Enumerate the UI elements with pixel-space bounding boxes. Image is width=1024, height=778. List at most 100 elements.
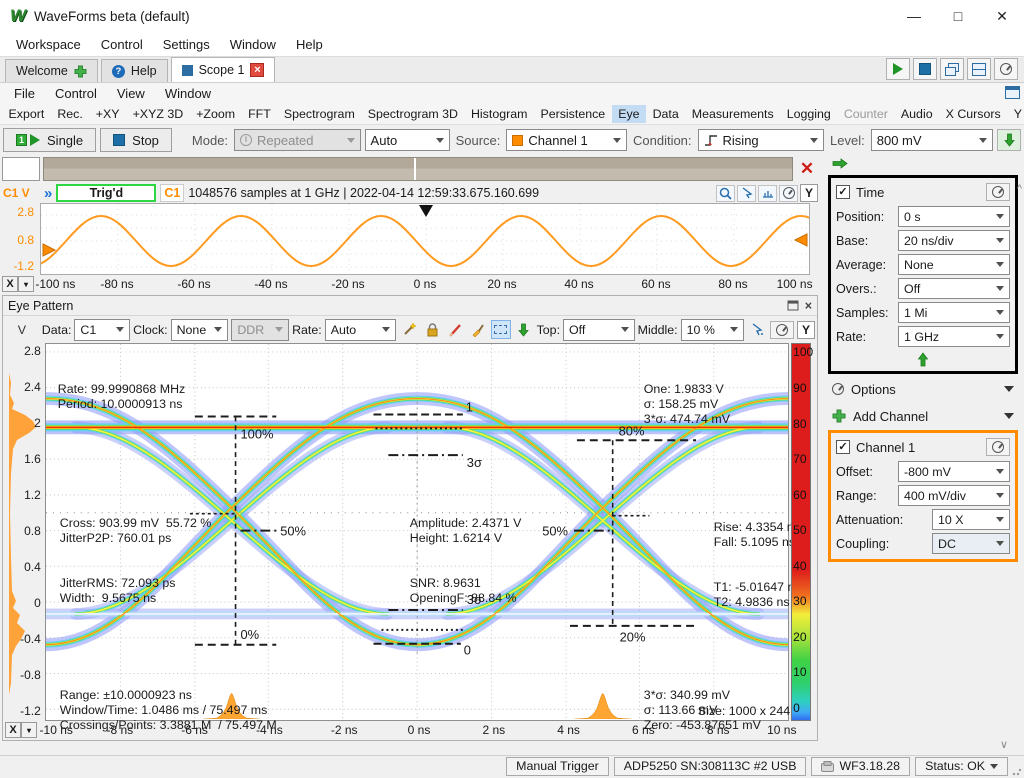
close-tab-icon[interactable]: ×: [250, 63, 264, 77]
eye-data-select[interactable]: C1: [74, 319, 130, 341]
level-apply-button[interactable]: [997, 129, 1021, 151]
viewtab-ycursors[interactable]: Y Cursors: [1007, 105, 1024, 123]
scope-menu-file[interactable]: File: [4, 85, 45, 102]
hover-info-button[interactable]: [747, 320, 767, 339]
viewtab-rec[interactable]: Rec.: [51, 105, 89, 123]
eye-y-axis-button[interactable]: Y: [797, 321, 815, 339]
undock-button[interactable]: [1005, 86, 1024, 102]
scope-x-axis-button[interactable]: X▾: [2, 276, 34, 292]
cursor-tool-button[interactable]: [737, 185, 756, 202]
manual-trigger-button[interactable]: Manual Trigger: [506, 757, 609, 776]
lock-button[interactable]: [422, 320, 442, 339]
buffer-strip[interactable]: [43, 157, 793, 181]
status-button[interactable]: Status: OK: [915, 757, 1008, 776]
eye-middle-select[interactable]: 10 %: [681, 319, 745, 341]
condition-select[interactable]: Rising: [698, 129, 825, 151]
oversampling-select[interactable]: Off: [898, 278, 1010, 299]
add-channel-label: Add Channel: [853, 409, 928, 424]
time-apply-button[interactable]: [836, 350, 1010, 369]
time-options-button[interactable]: [986, 183, 1010, 201]
viewtab-xyz3d[interactable]: +XYZ 3D: [126, 105, 190, 123]
add-tab-icon[interactable]: [74, 65, 87, 78]
add-channel-row[interactable]: Add Channel: [828, 404, 1018, 428]
cascade-windows-button[interactable]: [940, 58, 964, 80]
viewtab-fft[interactable]: FFT: [242, 105, 278, 123]
measure-tool-button[interactable]: [758, 185, 777, 202]
scope-menu-view[interactable]: View: [107, 85, 155, 102]
maximize-button[interactable]: □: [936, 1, 980, 31]
single-button[interactable]: 1 Single: [3, 128, 96, 152]
rate-select[interactable]: 1 GHz: [898, 326, 1010, 347]
tab-help[interactable]: ? Help: [101, 59, 168, 82]
close-button[interactable]: ✕: [980, 1, 1024, 31]
eye-clock-select[interactable]: None: [171, 319, 229, 341]
menu-settings[interactable]: Settings: [153, 35, 220, 54]
stop-button[interactable]: Stop: [100, 128, 172, 152]
right-trigger-level-marker[interactable]: [795, 234, 807, 246]
eye-x-axis-button[interactable]: X▾: [5, 722, 37, 738]
range-select[interactable]: 400 mV/div: [898, 485, 1010, 506]
stop-all-button[interactable]: [913, 58, 937, 80]
viewtab-xy[interactable]: +XY: [89, 105, 126, 123]
viewtab-eye[interactable]: Eye: [612, 105, 646, 123]
magic-wand-button[interactable]: [399, 320, 419, 339]
viewtab-spectrogram[interactable]: Spectrogram: [277, 105, 361, 123]
global-options-button[interactable]: [994, 58, 1018, 80]
dotted-display-button[interactable]: [491, 320, 511, 339]
collapse-sidebar-button[interactable]: [828, 157, 1018, 173]
viewtab-export[interactable]: Export: [2, 105, 51, 123]
position-select[interactable]: 0 s: [898, 206, 1010, 227]
zoom-tool-button[interactable]: [716, 185, 735, 202]
viewtab-audio[interactable]: Audio: [894, 105, 939, 123]
source-select[interactable]: Channel 1: [506, 129, 627, 151]
eye-diagram-plot[interactable]: 100% 80% 50% 50% 0% 20% 1 3σ 3σ 0: [45, 343, 789, 721]
float-panel-icon[interactable]: [787, 300, 799, 311]
attenuation-select[interactable]: 10 X: [932, 509, 1010, 530]
offset-select[interactable]: -800 mV: [898, 461, 1010, 482]
level-combo[interactable]: 800 mV: [871, 129, 994, 151]
tile-windows-button[interactable]: [967, 58, 991, 80]
close-buffer-icon[interactable]: ✕: [796, 159, 818, 179]
eye-rate-select[interactable]: Auto: [325, 319, 397, 341]
menu-control[interactable]: Control: [91, 35, 153, 54]
coupling-select[interactable]: DC: [932, 533, 1010, 554]
eye-top-select[interactable]: Off: [563, 319, 635, 341]
average-select[interactable]: None: [898, 254, 1010, 275]
eye-apply-button[interactable]: [514, 320, 534, 339]
scope-menu-control[interactable]: Control: [45, 85, 107, 102]
resize-grip[interactable]: [1012, 766, 1022, 776]
run-all-button[interactable]: [886, 58, 910, 80]
viewtab-zoom[interactable]: +Zoom: [190, 105, 242, 123]
buffer-cursor[interactable]: [414, 158, 416, 180]
viewtab-logging[interactable]: Logging: [780, 105, 837, 123]
version-button[interactable]: WF3.18.28: [811, 757, 910, 776]
trigger-mode-select[interactable]: Auto: [365, 129, 450, 151]
scope-menu-window[interactable]: Window: [155, 85, 221, 102]
menu-workspace[interactable]: Workspace: [6, 35, 91, 54]
time-checkbox[interactable]: ✓: [836, 185, 850, 199]
channel1-options-button[interactable]: [986, 438, 1010, 456]
tab-welcome[interactable]: Welcome: [5, 59, 98, 82]
eye-options-button[interactable]: [770, 321, 794, 339]
tab-scope-1[interactable]: Scope 1 ×: [171, 57, 276, 82]
viewtab-persistence[interactable]: Persistence: [534, 105, 612, 123]
menu-help[interactable]: Help: [286, 35, 333, 54]
channel1-checkbox[interactable]: ✓: [836, 440, 850, 454]
base-select[interactable]: 20 ns/div: [898, 230, 1010, 251]
scope-y-axis-button[interactable]: Y: [800, 184, 818, 202]
options-row[interactable]: Options: [828, 377, 1018, 401]
viewtab-data[interactable]: Data: [646, 105, 685, 123]
scope-options-button[interactable]: [779, 185, 798, 202]
viewtab-xcursors[interactable]: X Cursors: [939, 105, 1007, 123]
viewtab-measurements[interactable]: Measurements: [685, 105, 780, 123]
clean-button[interactable]: [468, 320, 488, 339]
scope-waveform-plot[interactable]: [40, 203, 810, 275]
viewtab-spectrogram3d[interactable]: Spectrogram 3D: [361, 105, 464, 123]
menu-window[interactable]: Window: [220, 35, 286, 54]
samples-select[interactable]: 1 Mi: [898, 302, 1010, 323]
erase-button[interactable]: [445, 320, 465, 339]
minimize-button[interactable]: —: [892, 1, 936, 31]
expand-chevron-icon[interactable]: »: [44, 185, 52, 202]
close-panel-icon[interactable]: ×: [805, 299, 812, 313]
viewtab-histogram[interactable]: Histogram: [464, 105, 533, 123]
